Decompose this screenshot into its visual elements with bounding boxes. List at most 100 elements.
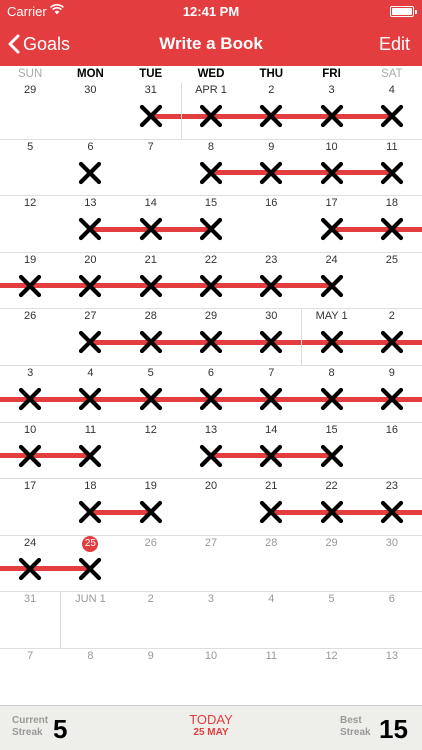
day-cell[interactable]: 12: [121, 423, 181, 480]
day-number: 9: [268, 140, 275, 153]
x-mark-icon[interactable]: [258, 160, 284, 186]
day-cell[interactable]: 25: [362, 253, 422, 310]
edit-button[interactable]: Edit: [379, 22, 410, 66]
day-number: 19: [144, 480, 157, 493]
page-title: Write a Book: [159, 34, 263, 53]
day-cell[interactable]: 16: [241, 196, 301, 253]
x-mark-icon[interactable]: [138, 216, 164, 242]
x-mark-icon[interactable]: [258, 499, 284, 525]
day-cell[interactable]: 26: [121, 536, 181, 593]
day-cell[interactable]: 12: [0, 196, 60, 253]
x-mark-icon[interactable]: [198, 443, 224, 469]
x-mark-icon[interactable]: [379, 329, 405, 355]
x-mark-icon[interactable]: [319, 329, 345, 355]
x-mark-icon[interactable]: [258, 443, 284, 469]
day-cell[interactable]: 29: [0, 83, 60, 140]
day-cell[interactable]: 5: [301, 592, 361, 649]
day-number: 29: [204, 310, 218, 323]
day-cell[interactable]: 4: [241, 592, 301, 649]
x-mark-icon[interactable]: [198, 103, 224, 129]
day-cell[interactable]: 10: [181, 649, 241, 706]
day-cell[interactable]: 17: [0, 479, 60, 536]
x-mark-icon[interactable]: [258, 103, 284, 129]
x-mark-icon[interactable]: [198, 160, 224, 186]
day-cell[interactable]: 3: [181, 592, 241, 649]
x-mark-icon[interactable]: [17, 556, 43, 582]
best-streak-label: Best Streak: [340, 715, 371, 739]
x-mark-icon[interactable]: [379, 216, 405, 242]
x-mark-icon[interactable]: [379, 386, 405, 412]
weekday-wed: WED: [197, 68, 225, 80]
x-mark-icon[interactable]: [138, 499, 164, 525]
x-mark-icon[interactable]: [319, 443, 345, 469]
day-cell[interactable]: 28: [241, 536, 301, 593]
day-cell[interactable]: 6: [362, 592, 422, 649]
day-number: 15: [204, 197, 218, 210]
x-mark-icon[interactable]: [77, 329, 103, 355]
x-mark-icon[interactable]: [198, 273, 224, 299]
day-number: 10: [325, 140, 338, 153]
x-mark-icon[interactable]: [138, 386, 164, 412]
day-cell[interactable]: 2: [121, 592, 181, 649]
x-mark-icon[interactable]: [198, 216, 224, 242]
day-cell[interactable]: 5: [0, 140, 60, 197]
x-mark-icon[interactable]: [319, 386, 345, 412]
x-mark-icon[interactable]: [319, 160, 345, 186]
x-mark-icon[interactable]: [379, 499, 405, 525]
x-mark-icon[interactable]: [77, 386, 103, 412]
day-cell[interactable]: 8: [60, 649, 120, 706]
x-mark-icon[interactable]: [138, 103, 164, 129]
day-cell[interactable]: 7: [121, 140, 181, 197]
x-mark-icon[interactable]: [77, 499, 103, 525]
day-number: JUN 1: [75, 593, 106, 606]
x-mark-icon[interactable]: [138, 273, 164, 299]
x-mark-icon[interactable]: [77, 443, 103, 469]
day-cell[interactable]: 26: [0, 309, 60, 366]
day-number: 4: [87, 367, 94, 379]
weekday-sat: SAT: [381, 68, 403, 80]
x-mark-icon[interactable]: [17, 386, 43, 412]
x-mark-icon[interactable]: [258, 273, 284, 299]
x-mark-icon[interactable]: [319, 273, 345, 299]
x-mark-icon[interactable]: [77, 273, 103, 299]
day-cell[interactable]: 31: [0, 592, 60, 649]
day-number: 26: [144, 536, 157, 549]
x-mark-icon[interactable]: [198, 329, 224, 355]
day-cell[interactable]: 12: [301, 649, 361, 706]
day-cell[interactable]: 11: [241, 649, 301, 706]
x-mark-icon[interactable]: [258, 329, 284, 355]
day-number: 14: [265, 423, 278, 436]
day-number: 24: [325, 253, 338, 266]
x-mark-icon[interactable]: [198, 386, 224, 412]
x-mark-icon[interactable]: [77, 160, 103, 186]
x-mark-icon[interactable]: [258, 386, 284, 412]
x-mark-icon[interactable]: [138, 329, 164, 355]
x-mark-icon[interactable]: [77, 556, 103, 582]
day-cell[interactable]: 29: [301, 536, 361, 593]
x-mark-icon[interactable]: [319, 216, 345, 242]
x-mark-icon[interactable]: [77, 216, 103, 242]
day-cell[interactable]: 27: [181, 536, 241, 593]
day-number: 17: [325, 197, 338, 210]
day-number: 10: [204, 650, 218, 662]
day-cell[interactable]: 7: [0, 649, 60, 706]
day-cell[interactable]: 30: [60, 83, 120, 140]
x-mark-icon[interactable]: [319, 499, 345, 525]
day-cell[interactable]: 13: [362, 649, 422, 706]
day-cell[interactable]: 30: [362, 536, 422, 593]
today-button[interactable]: TODAY 25 MAY: [170, 712, 252, 738]
x-mark-icon[interactable]: [379, 160, 405, 186]
weekday-fri: FRI: [322, 68, 341, 80]
x-mark-icon[interactable]: [17, 443, 43, 469]
day-number: MAY 1: [315, 310, 348, 323]
day-cell[interactable]: JUN 1: [60, 592, 120, 649]
x-mark-icon[interactable]: [17, 273, 43, 299]
best-streak-label-line1: Best: [340, 715, 362, 726]
day-cell[interactable]: 16: [362, 423, 422, 480]
x-mark-icon[interactable]: [379, 103, 405, 129]
day-number: 30: [84, 84, 97, 96]
top-bar: Carrier 12:41 PM Goals Write a Book Edit: [0, 0, 422, 66]
day-cell[interactable]: 9: [121, 649, 181, 706]
day-cell[interactable]: 20: [181, 479, 241, 536]
x-mark-icon[interactable]: [319, 103, 345, 129]
